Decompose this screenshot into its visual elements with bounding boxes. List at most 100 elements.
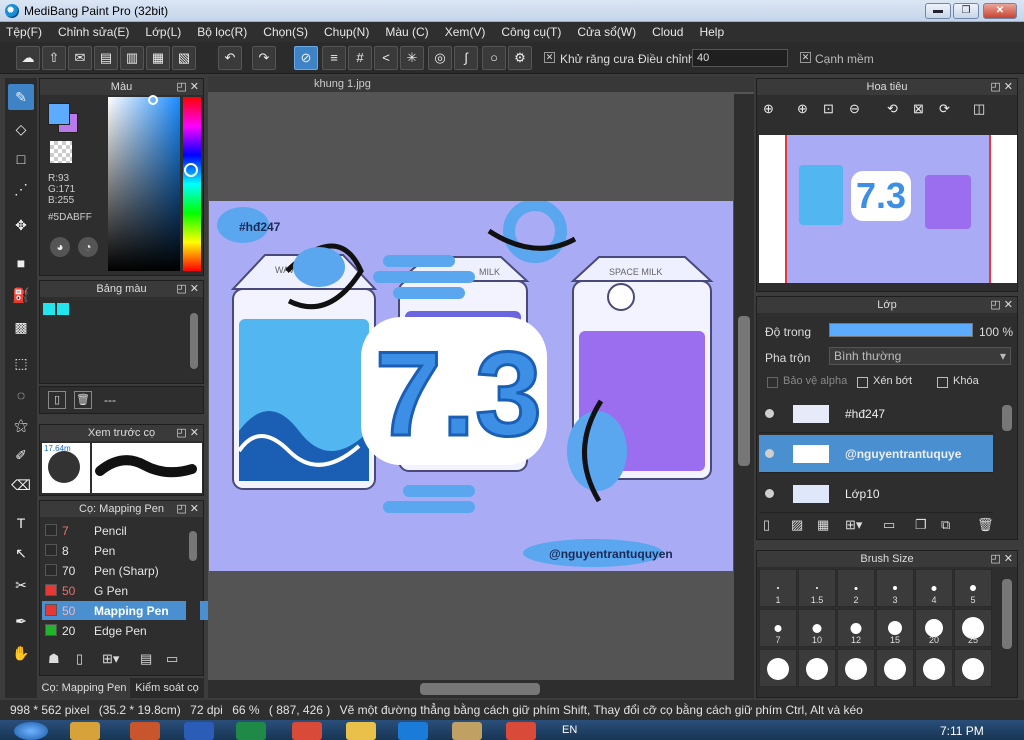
panel-close-icon[interactable]: ◰ ✕ (176, 501, 199, 517)
panel-close-icon[interactable]: ◰ ✕ (176, 281, 199, 297)
transparent-swatch[interactable] (50, 141, 72, 163)
redo-icon[interactable]: ↷ (252, 46, 276, 70)
hue-slider[interactable] (183, 97, 201, 271)
brush-size-option[interactable]: 20 (915, 609, 953, 647)
lock-checkbox[interactable] (937, 377, 948, 388)
menu-snap[interactable]: Chụp(N) (324, 25, 369, 39)
tab-brush-control[interactable]: Kiểm soát cọ (130, 678, 204, 698)
dot-tool-icon[interactable]: ⋰ (8, 176, 34, 202)
start-button[interactable] (14, 722, 48, 740)
vanish-snap-icon[interactable]: < (374, 46, 398, 70)
menu-view[interactable]: Xem(V) (445, 25, 486, 39)
document-tab[interactable]: khung 1.jpg (208, 76, 754, 92)
brush-size-scrollbar[interactable] (999, 569, 1015, 697)
new-brush-icon[interactable]: ▯ (76, 651, 83, 667)
actual-size-icon[interactable]: ⊡ (823, 101, 834, 117)
protect-alpha-checkbox[interactable] (767, 377, 778, 388)
antialias-checkbox[interactable]: ✕ (544, 52, 555, 63)
menu-tools[interactable]: Công cụ(T) (501, 25, 561, 39)
canvas-vscrollbar[interactable] (734, 94, 754, 680)
menu-help[interactable]: Help (699, 25, 724, 39)
panel-close-icon[interactable]: ◰ ✕ (990, 551, 1013, 567)
brush-size-option[interactable] (876, 649, 914, 687)
select-eraser-icon[interactable]: ⌫ (8, 472, 34, 498)
brush-size-option[interactable]: 12 (837, 609, 875, 647)
palette-swatch[interactable] (57, 303, 69, 315)
blend-select[interactable]: Bình thường ▾ (829, 347, 1011, 365)
brush-size-option[interactable]: 1 (759, 569, 797, 607)
layer-scrollbar[interactable] (999, 395, 1015, 513)
hand-tool-icon[interactable]: ✋ (8, 640, 34, 666)
add-brush-icon[interactable]: ⊞▾ (102, 651, 119, 667)
taskbar-word-icon[interactable] (184, 722, 214, 740)
parallel-snap-icon[interactable]: ≡ (322, 46, 346, 70)
share-icon[interactable]: ⇧ (42, 46, 66, 70)
circle-snap-icon[interactable]: ◎ (428, 46, 452, 70)
ellipse-snap-icon[interactable]: ○ (482, 46, 506, 70)
grid-icon[interactable]: ▦ (146, 46, 170, 70)
input-language[interactable]: EN (562, 724, 577, 736)
taskbar-zalo-icon[interactable] (398, 722, 428, 740)
maximize-button[interactable]: ❐ (953, 3, 979, 19)
taskbar-excel-icon[interactable] (236, 722, 266, 740)
menu-file[interactable]: Tệp(F) (6, 25, 42, 39)
tab-brush[interactable]: Cọ: Mapping Pen (39, 678, 129, 698)
fill-rect-tool-icon[interactable]: ■ (8, 250, 34, 276)
canvas-area[interactable]: WAVE MILK SPACE MILK #hđ247 7.3 @nguyent… (208, 92, 754, 684)
undo-icon[interactable]: ↶ (218, 46, 242, 70)
palette-scrollbar[interactable] (188, 299, 200, 383)
brush-size-option[interactable] (837, 649, 875, 687)
menu-layer[interactable]: Lớp(L) (145, 25, 181, 39)
brush-size-option[interactable]: 10 (798, 609, 836, 647)
lasso-icon[interactable]: ◌ (8, 382, 34, 408)
merge-layer-icon[interactable]: ⧉ (941, 517, 950, 533)
zoom-in-icon[interactable]: ⊕ (797, 101, 808, 117)
brush-size-option[interactable]: 1.5 (798, 569, 836, 607)
clipping-checkbox[interactable] (857, 377, 868, 388)
menu-window[interactable]: Cửa sổ(W) (577, 25, 636, 39)
operation-tool-icon[interactable]: ↖ (8, 540, 34, 566)
rotate-left-icon[interactable]: ⟲ (887, 101, 898, 117)
taskbar-app-icon[interactable] (346, 722, 376, 740)
snap-off-icon[interactable]: ⊘ (294, 46, 318, 70)
close-button[interactable]: ✕ (983, 3, 1017, 19)
hue-cursor[interactable] (184, 163, 198, 177)
menu-filter[interactable]: Bộ lọc(R) (197, 25, 247, 39)
delete-layer-icon[interactable]: 🗑 (977, 517, 994, 533)
fg-color-swatch[interactable] (48, 103, 70, 125)
select-pen-icon[interactable]: ✐ (8, 442, 34, 468)
brush-list-scrollbar[interactable] (186, 519, 200, 643)
brush-size-option[interactable]: 15 (876, 609, 914, 647)
palette-swatch[interactable] (43, 303, 55, 315)
taskbar-chrome-icon[interactable] (292, 722, 322, 740)
layer-row[interactable]: #hđ247 (759, 395, 993, 433)
palette-add-icon[interactable]: ◔ (78, 237, 98, 257)
gradient-tool-icon[interactable]: ▩ (8, 314, 34, 340)
artwork-canvas[interactable]: WAVE MILK SPACE MILK #hđ247 7.3 @nguyent… (209, 201, 733, 571)
visibility-eye-icon[interactable] (765, 449, 774, 458)
magic-wand-icon[interactable]: ⚝ (8, 412, 34, 438)
rotate-right-icon[interactable]: ⟳ (939, 101, 950, 117)
menu-edit[interactable]: Chỉnh sửa(E) (58, 25, 129, 39)
panel-close-icon[interactable]: ◰ ✕ (176, 425, 199, 441)
layer-row-selected[interactable]: @nguyentrantuquye (759, 435, 993, 473)
layer-row[interactable]: Lớp10 (759, 475, 993, 513)
settings-gear-icon[interactable]: ⚙ (508, 46, 532, 70)
visibility-eye-icon[interactable] (765, 489, 774, 498)
clock[interactable]: 7:11 PM (940, 724, 984, 738)
menu-cloud[interactable]: Cloud (652, 25, 683, 39)
rect-tool-icon[interactable]: □ (8, 146, 34, 172)
add-layer-menu-icon[interactable]: ⊞▾ (845, 517, 862, 533)
panel-close-icon[interactable]: ◰ ✕ (990, 297, 1013, 313)
zoom-fit-icon[interactable]: ⊕ (763, 101, 774, 117)
smooth-checkbox[interactable]: ✕ (800, 52, 811, 63)
cloud-icon[interactable]: ☁ (16, 46, 40, 70)
radial-snap-icon[interactable]: ✳ (400, 46, 424, 70)
taskbar-chrome-icon[interactable] (506, 722, 536, 740)
layer-folder-icon[interactable]: ▭ (883, 517, 895, 533)
divide-tool-icon[interactable]: ✂ (8, 572, 34, 598)
brush-size-option[interactable]: 3 (876, 569, 914, 607)
comment-icon[interactable]: ✉ (68, 46, 92, 70)
new-halftone-layer-icon[interactable]: ▦ (817, 517, 829, 533)
brush-tool-icon[interactable]: ✎ (8, 84, 34, 110)
